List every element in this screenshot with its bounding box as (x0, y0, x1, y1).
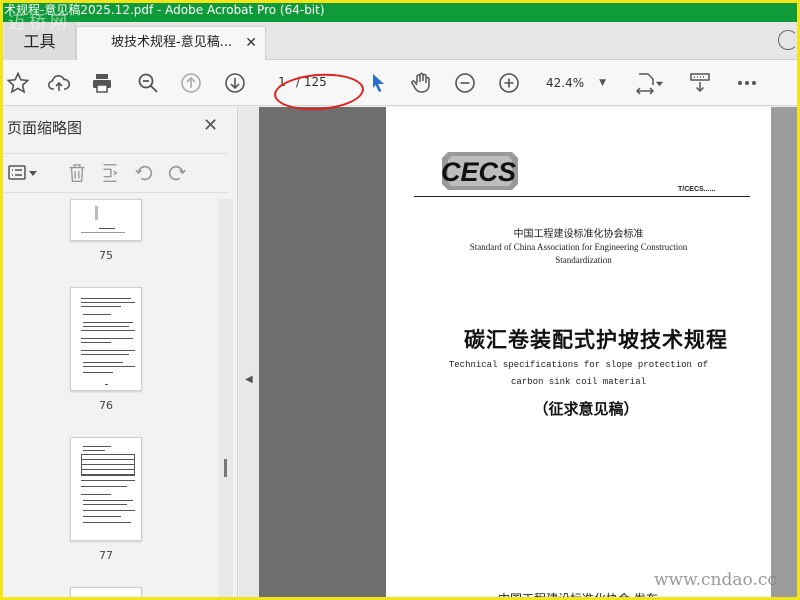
thumbnail-page[interactable] (70, 287, 142, 391)
watermark-bottom-right: www.cndao.cc (654, 570, 777, 590)
tab-close-icon[interactable]: ✕ (245, 27, 257, 59)
scroll-mode-icon[interactable] (686, 69, 714, 97)
select-pointer-icon[interactable] (364, 69, 392, 97)
help-icon[interactable] (778, 30, 798, 50)
thumbnail-page[interactable] (70, 437, 142, 541)
print-icon[interactable] (88, 69, 116, 97)
fit-page-chevron-icon[interactable] (652, 69, 666, 97)
thumbnail-scrollbar[interactable] (219, 199, 233, 599)
thumbnail-page[interactable] (70, 199, 142, 241)
panel-toolbar (0, 153, 228, 193)
thumbnail-table (81, 454, 135, 476)
panel-collapse-strip[interactable] (239, 107, 259, 600)
thumbnails-panel: 页面缩略图 ✕ 75 76 77 (0, 107, 238, 600)
zoom-in-icon[interactable] (495, 69, 523, 97)
zoom-out-icon[interactable] (451, 69, 479, 97)
panel-close-icon[interactable]: ✕ (203, 115, 218, 136)
tab-bar: 工具 坡技术规程-意见稿... ✕ (0, 22, 800, 60)
watermark-top-left: 迈桥网 (8, 13, 71, 33)
main-toolbar: 1 / 125 42.4% ▼ (0, 60, 800, 106)
thumbnail-page-number: 77 (99, 549, 113, 562)
association-name-en-1: Standard of China Association for Engine… (469, 242, 688, 252)
standard-code: T/CECS...... (678, 186, 716, 193)
upload-cloud-icon[interactable] (45, 69, 73, 97)
header-rule (414, 196, 750, 197)
bookmark-star-icon[interactable] (4, 69, 32, 97)
panel-title: 页面缩略图 (7, 119, 83, 137)
association-name-en-2: Standardization (555, 255, 612, 265)
document-title-cn: 碳汇卷装配式护坡技术规程 (464, 328, 728, 352)
scrollbar-thumb[interactable] (224, 459, 227, 477)
logo-text: CECS (441, 157, 517, 187)
document-title-en-1: Technical specifications for slope prote… (448, 360, 709, 370)
thumbnail-page[interactable] (70, 587, 142, 600)
thumbnail-page-number: 76 (99, 399, 113, 412)
rotate-left-icon[interactable] (133, 162, 157, 186)
rotate-right-icon[interactable] (166, 162, 190, 186)
thumbnail-list: 75 76 77 (0, 197, 218, 600)
tab-document-label: 坡技术规程-意见稿... (111, 35, 233, 50)
tab-document[interactable]: 坡技术规程-意见稿... ✕ (76, 26, 266, 60)
document-title-en-2: carbon sink coil material (510, 377, 647, 387)
zoom-level-dropdown[interactable]: 42.4% ▼ (540, 72, 610, 94)
collapse-panel-icon[interactable]: ◀ (245, 374, 253, 385)
page-up-icon[interactable] (177, 69, 205, 97)
association-name-cn: 中国工程建设标准化协会标准 (513, 229, 644, 240)
delete-page-icon[interactable] (66, 162, 90, 186)
chevron-down-icon: ▼ (599, 78, 606, 88)
hand-tool-icon[interactable] (407, 69, 435, 97)
thumbnail-page-number: 75 (99, 249, 113, 262)
draft-label: （征求意见稿） (533, 400, 639, 418)
insert-page-icon[interactable] (99, 162, 123, 186)
zoom-level-value: 42.4% (546, 76, 585, 90)
more-icon[interactable] (733, 69, 761, 97)
publisher-line: 中国工程建设标准化协会 发布 (498, 592, 658, 600)
thumbnail-options-icon[interactable] (6, 162, 42, 186)
zoom-search-icon[interactable] (134, 69, 162, 97)
window-title-bar: 术规程-意见稿2025.12.pdf - Adobe Acrobat Pro (… (0, 0, 800, 22)
page-down-icon[interactable] (221, 69, 249, 97)
